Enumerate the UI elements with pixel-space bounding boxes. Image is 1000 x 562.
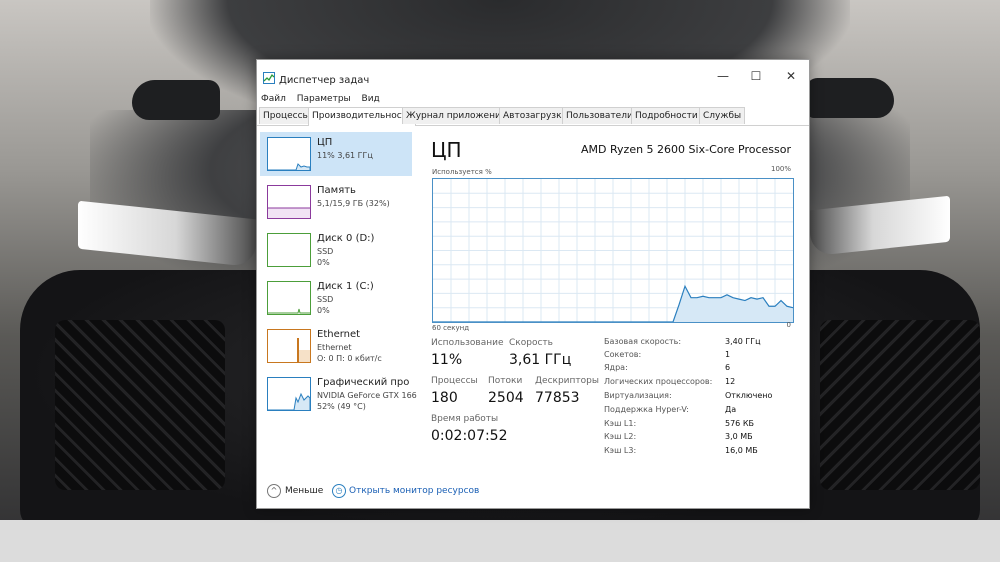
spec-label-logical: Логических процессоров: bbox=[604, 377, 713, 386]
tab-bar: Процессы Производительность Журнал прило… bbox=[257, 107, 809, 126]
graph-time-zero-label: 0 bbox=[786, 321, 791, 329]
fewer-details-link[interactable]: Меньше bbox=[285, 486, 323, 496]
ethernet-mini-graph bbox=[267, 329, 311, 363]
spec-value-l3: 16,0 МБ bbox=[725, 446, 758, 455]
sidebar-item-disk0[interactable]: Диск 0 (D:) SSD 0% bbox=[260, 228, 412, 272]
tab-services[interactable]: Службы bbox=[699, 107, 746, 124]
spec-value-l1: 576 КБ bbox=[725, 419, 754, 428]
car-grille-left bbox=[55, 320, 225, 490]
close-button[interactable]: ✕ bbox=[779, 66, 803, 86]
handles-value: 77853 bbox=[535, 390, 580, 406]
spec-label-hyperv: Поддержка Hyper-V: bbox=[604, 405, 689, 414]
task-manager-icon bbox=[263, 72, 275, 84]
sidebar-title-disk0: Диск 0 (D:) bbox=[317, 233, 375, 244]
memory-mini-graph bbox=[267, 185, 311, 219]
window-title: Диспетчер задач bbox=[279, 75, 370, 86]
sidebar-item-ethernet[interactable]: Ethernet Ethernet О: 0 П: 0 кбит/с bbox=[260, 324, 412, 368]
tab-details[interactable]: Подробности bbox=[631, 107, 702, 124]
spec-label-sockets: Сокетов: bbox=[604, 350, 642, 359]
sidebar-sub-memory: 5,1/15,9 ГБ (32%) bbox=[317, 199, 390, 208]
processes-label: Процессы bbox=[431, 376, 478, 386]
spec-value-virtualization: Отключено bbox=[725, 391, 773, 400]
sidebar-sub-ethernet: Ethernet bbox=[317, 343, 352, 352]
maximize-button[interactable]: ☐ bbox=[744, 66, 768, 86]
sidebar-type-disk1: SSD bbox=[317, 295, 334, 304]
speed-label: Скорость bbox=[509, 338, 553, 348]
resource-monitor-icon[interactable]: ◷ bbox=[332, 484, 346, 498]
menu-options[interactable]: Параметры bbox=[297, 94, 351, 104]
cpu-mini-graph bbox=[267, 137, 311, 171]
processes-value: 180 bbox=[431, 390, 458, 406]
graph-time-span-label: 60 секунд bbox=[432, 324, 470, 332]
threads-value: 2504 bbox=[488, 390, 524, 406]
sidebar-title-cpu: ЦП bbox=[317, 137, 333, 148]
uptime-value: 0:02:07:52 bbox=[431, 428, 508, 444]
sidebar-usage-disk0: 0% bbox=[317, 258, 330, 267]
spec-value-cores: 6 bbox=[725, 363, 731, 372]
sidebar-item-disk1[interactable]: Диск 1 (C:) SSD 0% bbox=[260, 276, 412, 320]
open-resource-monitor-link[interactable]: Открыть монитор ресурсов bbox=[349, 486, 479, 496]
tab-performance[interactable]: Производительность bbox=[308, 107, 417, 126]
car-grille-right bbox=[820, 320, 980, 490]
sidebar-speed-ethernet: О: 0 П: 0 кбит/с bbox=[317, 354, 382, 363]
cpu-heading: ЦП bbox=[431, 138, 462, 162]
cpu-panel: ЦП AMD Ryzen 5 2600 Six-Core Processor И… bbox=[429, 135, 797, 475]
spec-value-sockets: 1 bbox=[725, 350, 731, 359]
tab-startup[interactable]: Автозагрузка bbox=[499, 107, 572, 124]
cpu-model-name: AMD Ryzen 5 2600 Six-Core Processor bbox=[581, 143, 791, 156]
spec-label-l2: Кэш L2: bbox=[604, 432, 637, 441]
spec-value-base-speed: 3,40 ГГц bbox=[725, 337, 761, 346]
disk1-mini-graph bbox=[267, 281, 311, 315]
disk0-mini-graph bbox=[267, 233, 311, 267]
menu-bar: Файл Параметры Вид bbox=[261, 94, 388, 108]
speed-value: 3,61 ГГц bbox=[509, 352, 572, 368]
sidebar-title-disk1: Диск 1 (C:) bbox=[317, 281, 374, 292]
cpu-utilization-graph bbox=[432, 178, 794, 323]
utilization-label: Использование bbox=[431, 338, 504, 348]
handles-label: Дескрипторы bbox=[535, 376, 599, 386]
spec-label-virtualization: Виртуализация: bbox=[604, 391, 672, 400]
minimize-button[interactable]: — bbox=[711, 66, 735, 86]
spec-label-l3: Кэш L3: bbox=[604, 446, 637, 455]
utilization-value: 11% bbox=[431, 352, 463, 368]
menu-view[interactable]: Вид bbox=[362, 94, 380, 104]
spec-label-base-speed: Базовая скорость: bbox=[604, 337, 682, 346]
sidebar-sub-cpu: 11% 3,61 ГГц bbox=[317, 151, 373, 160]
title-bar[interactable]: Диспетчер задач — ☐ ✕ bbox=[257, 60, 809, 92]
chevron-up-icon[interactable]: ^ bbox=[267, 484, 281, 498]
tab-processes[interactable]: Процессы bbox=[259, 107, 314, 124]
car-mirror-right bbox=[806, 78, 894, 118]
utilization-axis-label: Используется % bbox=[432, 168, 492, 176]
tab-users[interactable]: Пользователи bbox=[562, 107, 637, 124]
sidebar-title-ethernet: Ethernet bbox=[317, 329, 361, 340]
sidebar-title-gpu: Графический про bbox=[317, 377, 410, 388]
sidebar-title-memory: Память bbox=[317, 185, 356, 196]
spec-value-logical: 12 bbox=[725, 377, 736, 386]
spec-value-l2: 3,0 МБ bbox=[725, 432, 753, 441]
spec-label-cores: Ядра: bbox=[604, 363, 628, 372]
floor bbox=[0, 520, 1000, 562]
footer-bar: ^ Меньше ◷ Открыть монитор ресурсов bbox=[257, 480, 809, 504]
sidebar-type-disk0: SSD bbox=[317, 247, 334, 256]
sidebar-item-memory[interactable]: Память 5,1/15,9 ГБ (32%) bbox=[260, 180, 412, 224]
utilization-max-label: 100% bbox=[770, 165, 791, 173]
sidebar-usage-gpu: 52% (49 °C) bbox=[317, 402, 366, 411]
sidebar-usage-disk1: 0% bbox=[317, 306, 330, 315]
gpu-mini-graph bbox=[267, 377, 311, 411]
sidebar-item-gpu[interactable]: Графический про NVIDIA GeForce GTX 166 5… bbox=[260, 372, 417, 416]
sidebar-sub-gpu: NVIDIA GeForce GTX 166 bbox=[317, 391, 417, 400]
menu-file[interactable]: Файл bbox=[261, 94, 286, 104]
spec-label-l1: Кэш L1: bbox=[604, 419, 637, 428]
task-manager-window: Диспетчер задач — ☐ ✕ Файл Параметры Вид… bbox=[256, 59, 810, 509]
performance-sidebar: ЦП 11% 3,61 ГГц Память 5,1/15,9 ГБ (32%)… bbox=[260, 132, 417, 482]
sidebar-item-cpu[interactable]: ЦП 11% 3,61 ГГц bbox=[260, 132, 412, 176]
uptime-label: Время работы bbox=[431, 414, 499, 424]
spec-value-hyperv: Да bbox=[725, 405, 737, 414]
cpu-graph-svg bbox=[433, 179, 793, 322]
car-mirror-left bbox=[132, 80, 220, 120]
tab-app-history[interactable]: Журнал приложений bbox=[402, 107, 511, 124]
threads-label: Потоки bbox=[488, 376, 523, 386]
